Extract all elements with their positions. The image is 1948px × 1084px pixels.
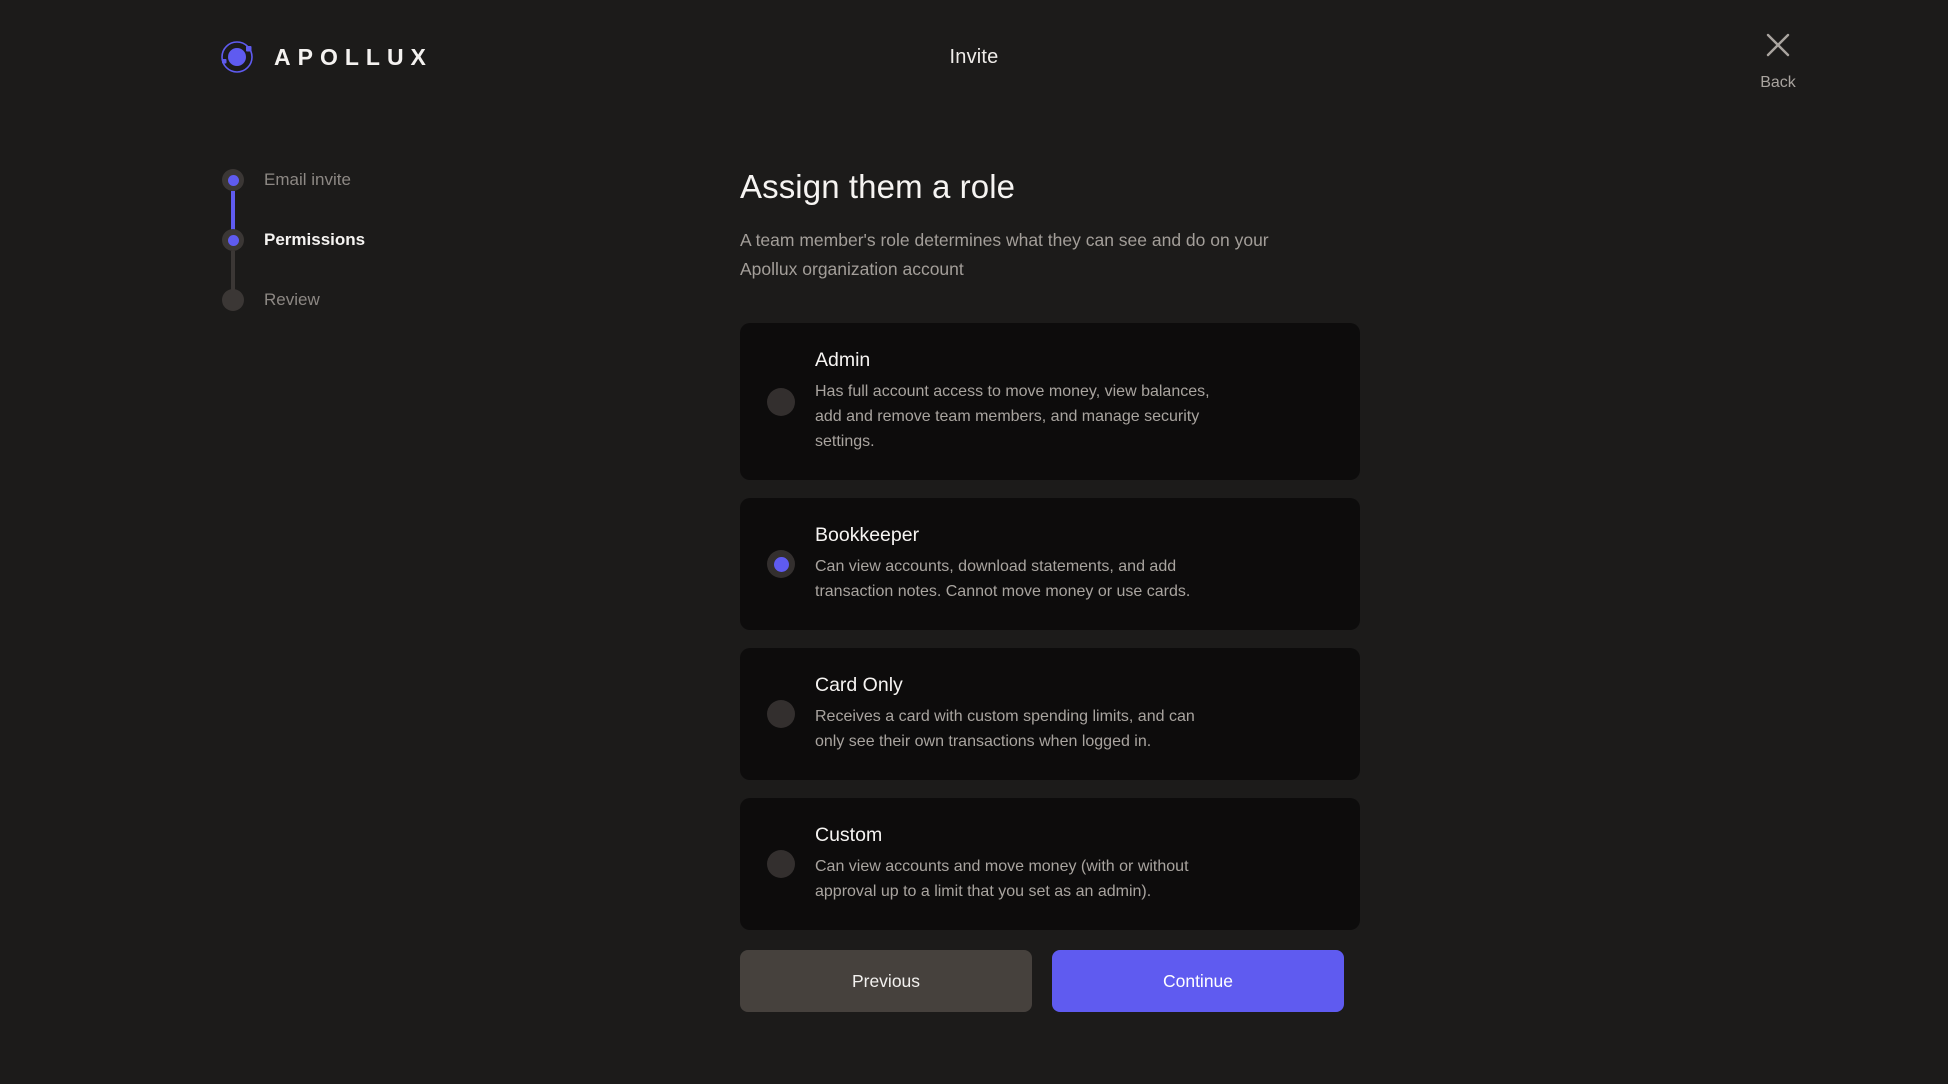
step-rail — [218, 165, 248, 239]
role-text: Admin Has full account access to move mo… — [815, 349, 1334, 454]
step-label: Review — [264, 290, 320, 309]
role-name: Bookkeeper — [815, 524, 920, 546]
app-header: APOLLUX Invite Back — [0, 0, 1948, 110]
role-option-card-only[interactable]: Card Only Receives a card with custom sp… — [740, 648, 1360, 780]
back-label: Back — [1760, 74, 1796, 91]
role-description: Receives a card with custom spending lim… — [815, 708, 1195, 750]
role-name: Card Only — [815, 674, 903, 696]
role-text: Bookkeeper Can view accounts, download s… — [815, 524, 1334, 604]
main-content: Assign them a role A team member's role … — [740, 168, 1360, 1012]
close-x-icon — [1763, 30, 1793, 65]
step-rail — [218, 285, 248, 311]
back-button[interactable]: Back — [1734, 30, 1822, 92]
step-label: Email invite — [264, 170, 351, 189]
form-actions: Previous Continue — [740, 950, 1360, 1012]
content-subtitle: A team member's role determines what the… — [740, 230, 1269, 279]
role-option-bookkeeper[interactable]: Bookkeeper Can view accounts, download s… — [740, 498, 1360, 630]
previous-button[interactable]: Previous — [740, 950, 1032, 1012]
role-name: Admin — [815, 349, 871, 371]
role-option-admin[interactable]: Admin Has full account access to move mo… — [740, 323, 1360, 480]
page-title: Invite — [949, 46, 999, 68]
progress-stepper: Email invite Permissions Review — [218, 165, 538, 345]
step-rail — [218, 225, 248, 299]
role-option-list: Admin Has full account access to move mo… — [740, 323, 1360, 930]
step-permissions[interactable]: Permissions — [218, 225, 538, 299]
continue-button[interactable]: Continue — [1052, 950, 1344, 1012]
step-review[interactable]: Review — [218, 285, 538, 345]
role-description: Can view accounts and move money (with o… — [815, 858, 1189, 900]
role-text: Card Only Receives a card with custom sp… — [815, 674, 1334, 754]
role-option-custom[interactable]: Custom Can view accounts and move money … — [740, 798, 1360, 930]
radio-button[interactable] — [767, 850, 795, 878]
role-description: Has full account access to move money, v… — [815, 383, 1210, 450]
radio-button[interactable] — [767, 387, 795, 416]
radio-button[interactable] — [767, 700, 795, 728]
step-dot — [222, 169, 244, 191]
role-text: Custom Can view accounts and move money … — [815, 824, 1334, 904]
content-heading: Assign them a role — [740, 168, 1016, 205]
step-dot — [222, 289, 244, 311]
role-description: Can view accounts, download statements, … — [815, 558, 1191, 600]
radio-button[interactable] — [767, 550, 795, 578]
step-label: Permissions — [264, 230, 366, 249]
step-email-invite[interactable]: Email invite — [218, 165, 538, 239]
invite-role-page: APOLLUX Invite Back Email invite Permiss… — [0, 0, 1948, 1084]
role-name: Custom — [815, 824, 883, 846]
step-dot — [222, 229, 244, 251]
